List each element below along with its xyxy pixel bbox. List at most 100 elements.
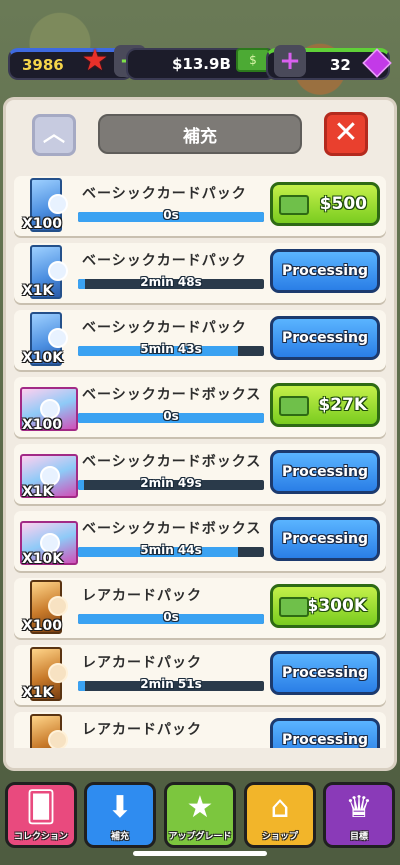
item-quantity: X10K (22, 551, 64, 567)
timer-text: 2min 49s (140, 476, 202, 490)
card-pack-image: X100 (20, 178, 72, 234)
nav-shop-button[interactable]: ⌂ ショップ (244, 782, 316, 848)
restock-list[interactable]: X100 ベーシックカードパック 0s $500 X1K ベーシックカードパック 2min … (12, 176, 388, 748)
item-quantity: X100 (22, 216, 63, 232)
mascot-icon (40, 533, 60, 553)
item-name: レアカードパック (82, 655, 202, 671)
nav-trophy-button[interactable]: ♛ 目標 (323, 782, 395, 848)
timer-text: 0s (163, 610, 179, 624)
home-indicator (133, 851, 267, 856)
mascot-icon (48, 663, 68, 683)
stars-value: 3986 (22, 56, 64, 74)
timer-text: 0s (163, 409, 179, 423)
cash-icon: $ (236, 48, 270, 72)
processing-button[interactable]: Processing (270, 249, 380, 293)
item-quantity: X1K (22, 685, 54, 701)
nav-upgrade-star-button[interactable]: ★ アップグレード (164, 782, 236, 848)
nav-label: コレクション (13, 832, 68, 842)
buy-button[interactable]: $300K (270, 584, 380, 628)
list-item: X1K ベーシックカードパック 2min 48s Processing (14, 243, 386, 303)
rare-pack-image (20, 714, 72, 748)
button-label: Processing (281, 665, 369, 681)
upgrade-star-icon: ★ (186, 790, 214, 825)
item-name: ベーシックカードボックス (82, 387, 262, 403)
processing-button[interactable]: Processing (270, 517, 380, 561)
processing-button[interactable]: Processing (270, 718, 380, 748)
item-quantity: X1K (22, 283, 54, 299)
processing-button[interactable]: Processing (270, 450, 380, 494)
timer-text: 5min 43s (140, 342, 202, 356)
item-name: ベーシックカードパック (82, 320, 247, 336)
restock-panel: ︿ 補充 ✕ X100 ベーシックカードパック 0s $500 X1K ベーシックカードパ… (6, 100, 394, 768)
item-name: ベーシックカードボックス (82, 521, 262, 537)
list-item: X10K ベーシックカードパック 5min 43s Processing (14, 310, 386, 370)
card-pack-image: X1K (20, 245, 72, 301)
plus-icon: + (279, 46, 301, 76)
rare-pack-image: X1K (20, 647, 72, 703)
close-button[interactable]: ✕ (324, 112, 368, 156)
list-item: レアカードパック Processing (14, 712, 386, 748)
button-label: $500 (319, 194, 367, 214)
list-item: X1K レアカードパック 2min 51s Processing (14, 645, 386, 705)
mascot-icon (48, 194, 68, 214)
nav-label: 目標 (349, 832, 368, 842)
cards-icon: 🂠 (25, 790, 57, 825)
card-box-image: X100 (20, 379, 78, 435)
panel-header: ︿ 補充 ✕ (6, 112, 394, 158)
timer-text: 2min 48s (140, 275, 202, 289)
button-label: $27K (318, 395, 367, 415)
gems-value: 32 (330, 56, 351, 74)
item-quantity: X100 (22, 618, 63, 634)
buy-button[interactable]: $500 (270, 182, 380, 226)
cash-icon (279, 195, 309, 215)
item-art (30, 714, 68, 748)
button-label: Processing (281, 464, 369, 480)
list-item: X100 レアカードパック 0s $300K (14, 578, 386, 638)
nav-restock-button[interactable]: ⬇ 補充 (84, 782, 156, 848)
item-name: ベーシックカードボックス (82, 454, 262, 470)
item-quantity: X100 (22, 417, 63, 433)
close-icon: ✕ (333, 115, 359, 150)
panel-title-text: 補充 (183, 126, 217, 147)
collapse-button[interactable]: ︿ (32, 114, 76, 156)
panel-title: 補充 (98, 114, 302, 154)
buy-button[interactable]: $27K (270, 383, 380, 427)
mascot-icon (40, 399, 60, 419)
nav-cards-button[interactable]: 🂠 コレクション (5, 782, 77, 848)
mascot-icon (48, 730, 68, 748)
item-quantity: X10K (22, 350, 64, 366)
timer-text: 2min 51s (140, 677, 202, 691)
item-name: ベーシックカードパック (82, 253, 247, 269)
processing-button[interactable]: Processing (270, 316, 380, 360)
list-item: X100 ベーシックカードパック 0s $500 (14, 176, 386, 236)
rare-pack-image: X100 (20, 580, 72, 636)
nav-label: アップグレード (168, 832, 232, 842)
cash-icon (279, 396, 309, 416)
mascot-icon (48, 328, 68, 348)
mascot-icon (48, 261, 68, 281)
mascot-icon (48, 596, 68, 616)
bottom-nav: 🂠 コレクション ⬇ 補充 ★ アップグレード ⌂ ショップ ♛ 目標 (0, 778, 400, 853)
chevron-up-icon: ︿ (42, 122, 65, 147)
timer-text: 5min 44s (140, 543, 202, 557)
item-name: レアカードパック (82, 588, 202, 604)
trophy-icon: ♛ (345, 790, 373, 825)
card-box-image: X1K (20, 446, 78, 502)
item-name: レアカードパック (82, 722, 202, 738)
mascot-icon (40, 466, 60, 486)
button-label: Processing (281, 330, 369, 346)
button-label: Processing (281, 263, 369, 279)
timer-text: 0s (163, 208, 179, 222)
card-box-image: X10K (20, 513, 78, 569)
add-gems-button[interactable]: + (274, 45, 306, 77)
button-label: Processing (281, 531, 369, 547)
button-label: Processing (281, 732, 369, 748)
nav-label: 補充 (110, 832, 129, 842)
cash-icon (279, 597, 309, 617)
shop-icon: ⌂ (270, 790, 290, 825)
list-item: X100 ベーシックカードボックス 0s $27K (14, 377, 386, 437)
processing-button[interactable]: Processing (270, 651, 380, 695)
list-item: X1K ベーシックカードボックス 2min 49s Processing (14, 444, 386, 504)
button-label: $300K (306, 596, 368, 616)
star-icon: ★ (81, 43, 109, 78)
